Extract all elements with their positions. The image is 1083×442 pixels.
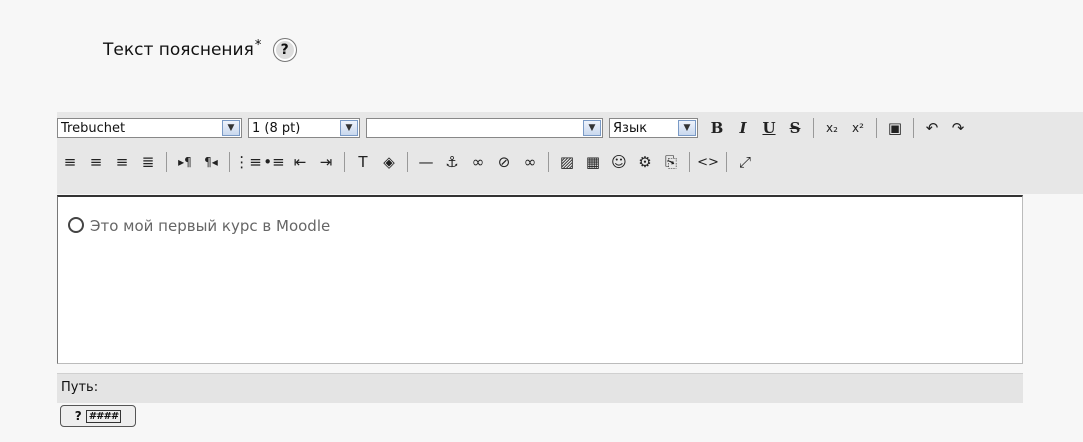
rtl-icon[interactable]: ¶◂ <box>200 151 222 173</box>
toolbar-separator <box>229 152 230 172</box>
toolbar-separator <box>344 152 345 172</box>
font-size-value: 1 (8 pt) <box>252 120 301 136</box>
insert-table-icon[interactable]: ▦ <box>582 151 604 173</box>
toolbar-separator <box>813 118 814 138</box>
path-bar: Путь: <box>57 373 1023 403</box>
required-mark: * <box>254 38 262 53</box>
keyboard-help-button[interactable]: ? #### <box>60 405 136 427</box>
search-replace-icon[interactable]: ⎘ <box>660 151 682 173</box>
underline-icon[interactable]: U <box>758 117 780 139</box>
editor-toolbar: Trebuchet ▼ 1 (8 pt) ▼ ▼ Язык ▼ B I U S … <box>57 112 1083 194</box>
strikethrough-icon[interactable]: S <box>784 117 806 139</box>
toolbar-separator <box>726 152 727 172</box>
insert-image-icon[interactable]: ▨ <box>556 151 578 173</box>
ordered-list-icon[interactable]: ⋮≡ <box>234 151 262 173</box>
toolbar-separator <box>407 152 408 172</box>
insert-smiley-icon[interactable]: ☺ <box>608 151 630 173</box>
chevron-down-icon: ▼ <box>222 120 240 136</box>
subscript-icon[interactable]: x₂ <box>821 117 843 139</box>
unordered-list-icon[interactable]: •≡ <box>263 151 285 173</box>
field-label: Текст пояснения* ? <box>103 38 297 62</box>
outdent-icon[interactable]: ⇤ <box>289 151 311 173</box>
font-size-select[interactable]: 1 (8 pt) ▼ <box>248 118 360 138</box>
help-icon[interactable]: ? <box>272 38 297 62</box>
link-icon[interactable]: ∞ <box>467 151 489 173</box>
toolbar-row-2: ≡ ≡ ≡ ≣ ▸¶ ¶◂ ⋮≡ •≡ ⇤ ⇥ T ◈ — ⚓ ∞ ⊘ ∞ ▨ … <box>57 147 758 177</box>
style-select[interactable]: ▼ <box>366 118 603 138</box>
align-center-icon[interactable]: ≡ <box>85 151 107 173</box>
align-right-icon[interactable]: ≡ <box>111 151 133 173</box>
chevron-down-icon: ▼ <box>678 120 696 136</box>
toolbar-row-1: Trebuchet ▼ 1 (8 pt) ▼ ▼ Язык ▼ B I U S … <box>57 113 971 143</box>
language-value: Язык <box>613 120 648 136</box>
toolbar-separator <box>166 152 167 172</box>
text-color-icon[interactable]: T <box>352 151 374 173</box>
editor-content: Это мой первый курс в Moodle <box>68 217 330 235</box>
smiley-icon <box>68 217 84 233</box>
toolbar-separator <box>689 152 690 172</box>
redo-icon[interactable]: ↷ <box>947 117 969 139</box>
justify-icon[interactable]: ≣ <box>137 151 159 173</box>
language-select[interactable]: Язык ▼ <box>609 118 698 138</box>
indent-icon[interactable]: ⇥ <box>315 151 337 173</box>
field-label-text: Текст пояснения <box>103 40 254 60</box>
align-left-icon[interactable]: ≡ <box>59 151 81 173</box>
ltr-icon[interactable]: ▸¶ <box>174 151 196 173</box>
bold-icon[interactable]: B <box>706 117 728 139</box>
editor-text: Это мой первый курс в Moodle <box>90 217 331 235</box>
undo-icon[interactable]: ↶ <box>921 117 943 139</box>
toolbar-separator <box>913 118 914 138</box>
unlink-icon[interactable]: ⊘ <box>493 151 515 173</box>
insert-special-char-icon[interactable]: ⚙ <box>634 151 656 173</box>
anchor-icon[interactable]: ⚓ <box>441 151 463 173</box>
chevron-down-icon: ▼ <box>583 120 601 136</box>
font-family-value: Trebuchet <box>61 120 126 136</box>
background-color-icon[interactable]: ◈ <box>378 151 400 173</box>
chevron-down-icon: ▼ <box>340 120 358 136</box>
fullscreen-icon[interactable]: ⤢ <box>734 151 756 173</box>
editor-area[interactable]: Это мой первый курс в Moodle <box>57 195 1023 364</box>
paste-word-icon[interactable]: ▣ <box>884 117 906 139</box>
help-symbol: ? <box>74 409 82 423</box>
keyboard-icon: #### <box>85 409 122 423</box>
font-family-select[interactable]: Trebuchet ▼ <box>57 118 242 138</box>
superscript-icon[interactable]: x² <box>847 117 869 139</box>
nolink-icon[interactable]: ∞ <box>519 151 541 173</box>
html-source-icon[interactable]: <> <box>697 151 719 173</box>
italic-icon[interactable]: I <box>732 117 754 139</box>
toolbar-separator <box>548 152 549 172</box>
horizontal-rule-icon[interactable]: — <box>415 151 437 173</box>
toolbar-separator <box>876 118 877 138</box>
path-label: Путь: <box>61 380 99 395</box>
